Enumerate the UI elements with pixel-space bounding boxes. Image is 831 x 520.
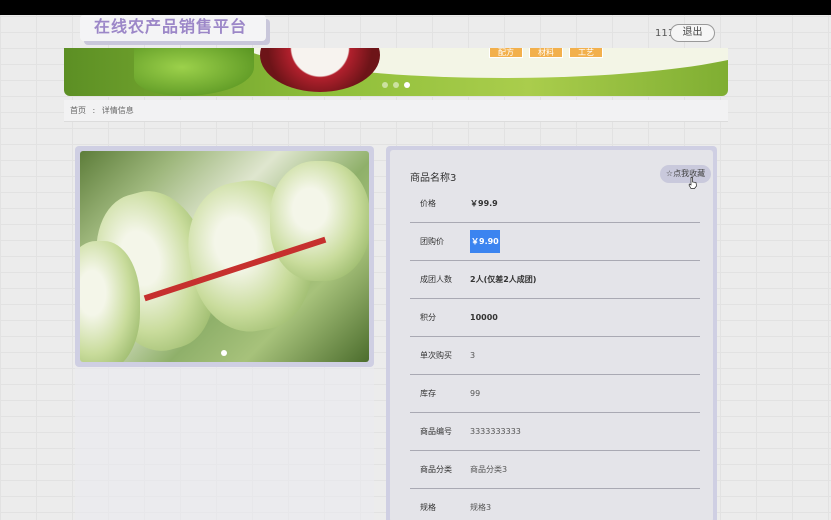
site-title: 在线农产品销售平台 xyxy=(80,15,266,41)
attribute-value: 规格3 xyxy=(470,503,492,512)
attribute-value: 3333333333 xyxy=(470,427,521,436)
attribute-label: 单次购买 xyxy=(420,351,452,360)
banner-dot-active[interactable] xyxy=(404,82,410,88)
attribute-row: 商品编号 3333333333 xyxy=(410,413,700,451)
attribute-value: 99 xyxy=(470,389,481,398)
attribute-value: 10000 xyxy=(470,313,498,322)
banner-tag: 配方 xyxy=(489,48,523,58)
top-black-bar xyxy=(0,0,831,15)
product-info-panel: 商品名称3 ☆点我收藏 价格 ￥99.9 团购价 ￥9.90 成团人数 2人(仅差2人成团… xyxy=(390,150,713,520)
banner-mangosteen-image xyxy=(260,48,380,92)
attribute-label: 成团人数 xyxy=(420,275,452,284)
favorite-button[interactable]: ☆点我收藏 xyxy=(660,165,711,183)
attribute-row: 团购价 ￥9.90 xyxy=(410,223,700,261)
attribute-row: 规格 规格3 xyxy=(410,489,700,520)
banner-pagination xyxy=(382,82,410,88)
attribute-row: 库存 99 xyxy=(410,375,700,413)
attribute-row: 积分 10000 xyxy=(410,299,700,337)
attribute-label: 积分 xyxy=(420,313,436,322)
banner-tag: 工艺 xyxy=(569,48,603,58)
attribute-row: 单次购买 3 xyxy=(410,337,700,375)
logout-button[interactable]: 退出 xyxy=(670,24,715,42)
attribute-label: 商品编号 xyxy=(420,427,452,436)
photo-pagination-dot[interactable] xyxy=(221,350,227,356)
banner-tag: 材料 xyxy=(529,48,563,58)
attribute-row: 成团人数 2人(仅差2人成团) xyxy=(410,261,700,299)
attribute-value: 3 xyxy=(470,351,476,360)
banner-dot[interactable] xyxy=(393,82,399,88)
attribute-label: 商品分类 xyxy=(420,465,452,474)
product-image-card xyxy=(75,146,374,367)
banner-dot[interactable] xyxy=(382,82,388,88)
breadcrumb-current: 详情信息 xyxy=(101,106,134,115)
breadcrumb-home[interactable]: 首页 xyxy=(70,106,86,115)
product-info-card: 商品名称3 ☆点我收藏 价格 ￥99.9 团购价 ￥9.90 成团人数 2人(仅差2人成团… xyxy=(386,146,717,520)
breadcrumb: 首页 : 详情信息 xyxy=(64,100,728,122)
attribute-value: 商品分类3 xyxy=(470,465,508,474)
attribute-label: 团购价 xyxy=(420,237,444,246)
banner-tags: 配方 材料 工艺 xyxy=(489,48,603,58)
attribute-label: 价格 xyxy=(420,199,436,208)
product-attributes: 价格 ￥99.9 团购价 ￥9.90 成团人数 2人(仅差2人成团) 积分 10000 单次购买… xyxy=(410,185,700,520)
banner-leaf-image xyxy=(134,48,254,96)
left-column-area xyxy=(75,367,374,520)
attribute-label: 规格 xyxy=(420,503,436,512)
breadcrumb-separator: : xyxy=(92,106,96,115)
attribute-value: 2人(仅差2人成团) xyxy=(470,275,537,284)
banner-carousel[interactable]: 配方 材料 工艺 xyxy=(64,48,728,96)
attribute-row: 商品分类 商品分类3 xyxy=(410,451,700,489)
attribute-value: ￥9.90 xyxy=(470,230,500,253)
product-photo[interactable] xyxy=(80,151,369,362)
product-name: 商品名称3 xyxy=(410,173,457,184)
attribute-row: 价格 ￥99.9 xyxy=(410,185,700,223)
cabbage-shape xyxy=(270,161,369,281)
attribute-label: 库存 xyxy=(420,389,436,398)
attribute-value: ￥99.9 xyxy=(470,199,498,208)
